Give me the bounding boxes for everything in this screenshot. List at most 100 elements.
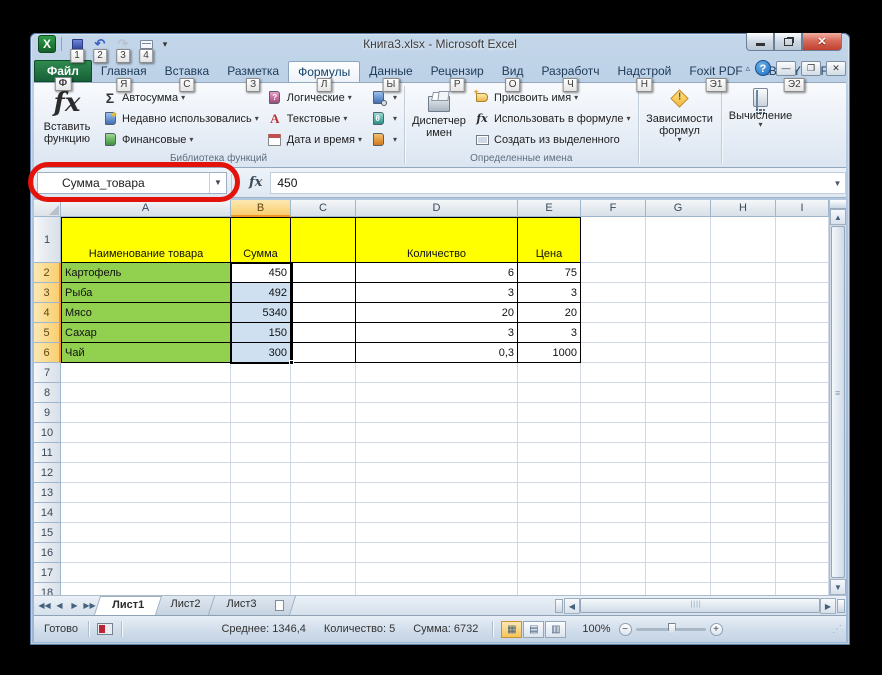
cell-C11[interactable] bbox=[291, 443, 356, 463]
cell-C3[interactable] bbox=[291, 283, 356, 303]
cell-B1[interactable]: Сумма bbox=[231, 217, 291, 263]
cell-F18[interactable] bbox=[581, 583, 646, 595]
math-trig-button[interactable]: θ ▾ bbox=[366, 108, 401, 129]
cell-B12[interactable] bbox=[231, 463, 291, 483]
cell-I6[interactable] bbox=[776, 343, 829, 363]
workbook-restore-button[interactable]: ❐ bbox=[801, 60, 821, 76]
column-header-B[interactable]: B bbox=[231, 200, 291, 217]
row-header-2[interactable]: 2 bbox=[34, 263, 61, 283]
cell-G9[interactable] bbox=[646, 403, 711, 423]
cell-D17[interactable] bbox=[356, 563, 518, 583]
cell-I17[interactable] bbox=[776, 563, 829, 583]
cell-D11[interactable] bbox=[356, 443, 518, 463]
cell-C18[interactable] bbox=[291, 583, 356, 595]
column-header-H[interactable]: H bbox=[711, 200, 776, 217]
cell-E10[interactable] bbox=[518, 423, 581, 443]
cell-I15[interactable] bbox=[776, 523, 829, 543]
cell-F12[interactable] bbox=[581, 463, 646, 483]
cell-A3[interactable]: Рыба bbox=[61, 283, 231, 303]
row-header-1[interactable]: 1 bbox=[34, 217, 61, 263]
cell-F15[interactable] bbox=[581, 523, 646, 543]
logical-button[interactable]: ? Логические ▾ bbox=[263, 87, 366, 108]
row-header-14[interactable]: 14 bbox=[34, 503, 61, 523]
cell-H10[interactable] bbox=[711, 423, 776, 443]
cell-D3[interactable]: 3 bbox=[356, 283, 518, 303]
cell-D10[interactable] bbox=[356, 423, 518, 443]
cell-I4[interactable] bbox=[776, 303, 829, 323]
cell-E2[interactable]: 75 bbox=[518, 263, 581, 283]
row-header-7[interactable]: 7 bbox=[34, 363, 61, 383]
cell-G6[interactable] bbox=[646, 343, 711, 363]
cell-F6[interactable] bbox=[581, 343, 646, 363]
cell-D14[interactable] bbox=[356, 503, 518, 523]
scroll-up-icon[interactable]: ▲ bbox=[830, 209, 846, 225]
cell-E5[interactable]: 3 bbox=[518, 323, 581, 343]
cell-A17[interactable] bbox=[61, 563, 231, 583]
column-header-C[interactable]: C bbox=[291, 200, 356, 217]
workbook-minimize-button[interactable]: — bbox=[776, 60, 796, 76]
cell-I11[interactable] bbox=[776, 443, 829, 463]
cell-I8[interactable] bbox=[776, 383, 829, 403]
row-header-10[interactable]: 10 bbox=[34, 423, 61, 443]
cell-I1[interactable] bbox=[776, 217, 829, 263]
zoom-level[interactable]: 100% bbox=[574, 623, 618, 635]
cell-G18[interactable] bbox=[646, 583, 711, 595]
cell-A9[interactable] bbox=[61, 403, 231, 423]
cell-C13[interactable] bbox=[291, 483, 356, 503]
name-box[interactable]: Сумма_товара ▼ bbox=[37, 171, 227, 194]
cell-F14[interactable] bbox=[581, 503, 646, 523]
cell-A7[interactable] bbox=[61, 363, 231, 383]
cell-E16[interactable] bbox=[518, 543, 581, 563]
resize-grip[interactable]: ⋰ bbox=[832, 624, 843, 635]
cell-I16[interactable] bbox=[776, 543, 829, 563]
define-name-button[interactable]: Присвоить имя▾ bbox=[470, 87, 635, 108]
vertical-scroll-thumb[interactable] bbox=[831, 226, 845, 578]
cell-G13[interactable] bbox=[646, 483, 711, 503]
cell-C1[interactable] bbox=[291, 217, 356, 263]
cell-A11[interactable] bbox=[61, 443, 231, 463]
cell-F9[interactable] bbox=[581, 403, 646, 423]
cell-D1[interactable]: Количество bbox=[356, 217, 518, 263]
cell-B2[interactable]: 450 bbox=[231, 263, 291, 283]
tab-данные[interactable]: Данные Ы bbox=[360, 61, 421, 92]
cell-F8[interactable] bbox=[581, 383, 646, 403]
horizontal-scrollbar[interactable]: ◀ ▶ bbox=[554, 596, 846, 615]
zoom-track[interactable] bbox=[635, 622, 706, 635]
cell-B16[interactable] bbox=[231, 543, 291, 563]
scroll-left-icon[interactable]: ◀ bbox=[564, 597, 580, 614]
cell-H12[interactable] bbox=[711, 463, 776, 483]
collapse-ribbon-icon[interactable]: ▵ bbox=[745, 63, 750, 74]
row-header-13[interactable]: 13 bbox=[34, 483, 61, 503]
cell-F2[interactable] bbox=[581, 263, 646, 283]
name-box-dropdown-icon[interactable]: ▼ bbox=[209, 172, 226, 193]
cell-E3[interactable]: 3 bbox=[518, 283, 581, 303]
row-header-16[interactable]: 16 bbox=[34, 543, 61, 563]
use-in-formula-button[interactable]: fx Использовать в формуле ▾ bbox=[470, 108, 635, 129]
cell-H14[interactable] bbox=[711, 503, 776, 523]
cell-D16[interactable] bbox=[356, 543, 518, 563]
cell-E7[interactable] bbox=[518, 363, 581, 383]
cell-C15[interactable] bbox=[291, 523, 356, 543]
cell-A10[interactable] bbox=[61, 423, 231, 443]
cell-F7[interactable] bbox=[581, 363, 646, 383]
cell-H3[interactable] bbox=[711, 283, 776, 303]
cell-G17[interactable] bbox=[646, 563, 711, 583]
cell-H5[interactable] bbox=[711, 323, 776, 343]
cell-D9[interactable] bbox=[356, 403, 518, 423]
name-manager-button[interactable]: Диспетчер имен bbox=[408, 85, 470, 151]
cell-F1[interactable] bbox=[581, 217, 646, 263]
scroll-down-icon[interactable]: ▼ bbox=[830, 579, 846, 595]
column-header-A[interactable]: A bbox=[61, 200, 231, 217]
select-all-corner[interactable] bbox=[34, 200, 61, 217]
cell-H7[interactable] bbox=[711, 363, 776, 383]
next-sheet-icon[interactable]: ▶ bbox=[68, 601, 81, 610]
cell-C10[interactable] bbox=[291, 423, 356, 443]
cell-D8[interactable] bbox=[356, 383, 518, 403]
cell-B9[interactable] bbox=[231, 403, 291, 423]
cell-A2[interactable]: Картофель bbox=[61, 263, 231, 283]
cell-D7[interactable] bbox=[356, 363, 518, 383]
cell-A12[interactable] bbox=[61, 463, 231, 483]
cell-B6[interactable]: 300 bbox=[231, 343, 291, 363]
cell-C8[interactable] bbox=[291, 383, 356, 403]
row-header-12[interactable]: 12 bbox=[34, 463, 61, 483]
